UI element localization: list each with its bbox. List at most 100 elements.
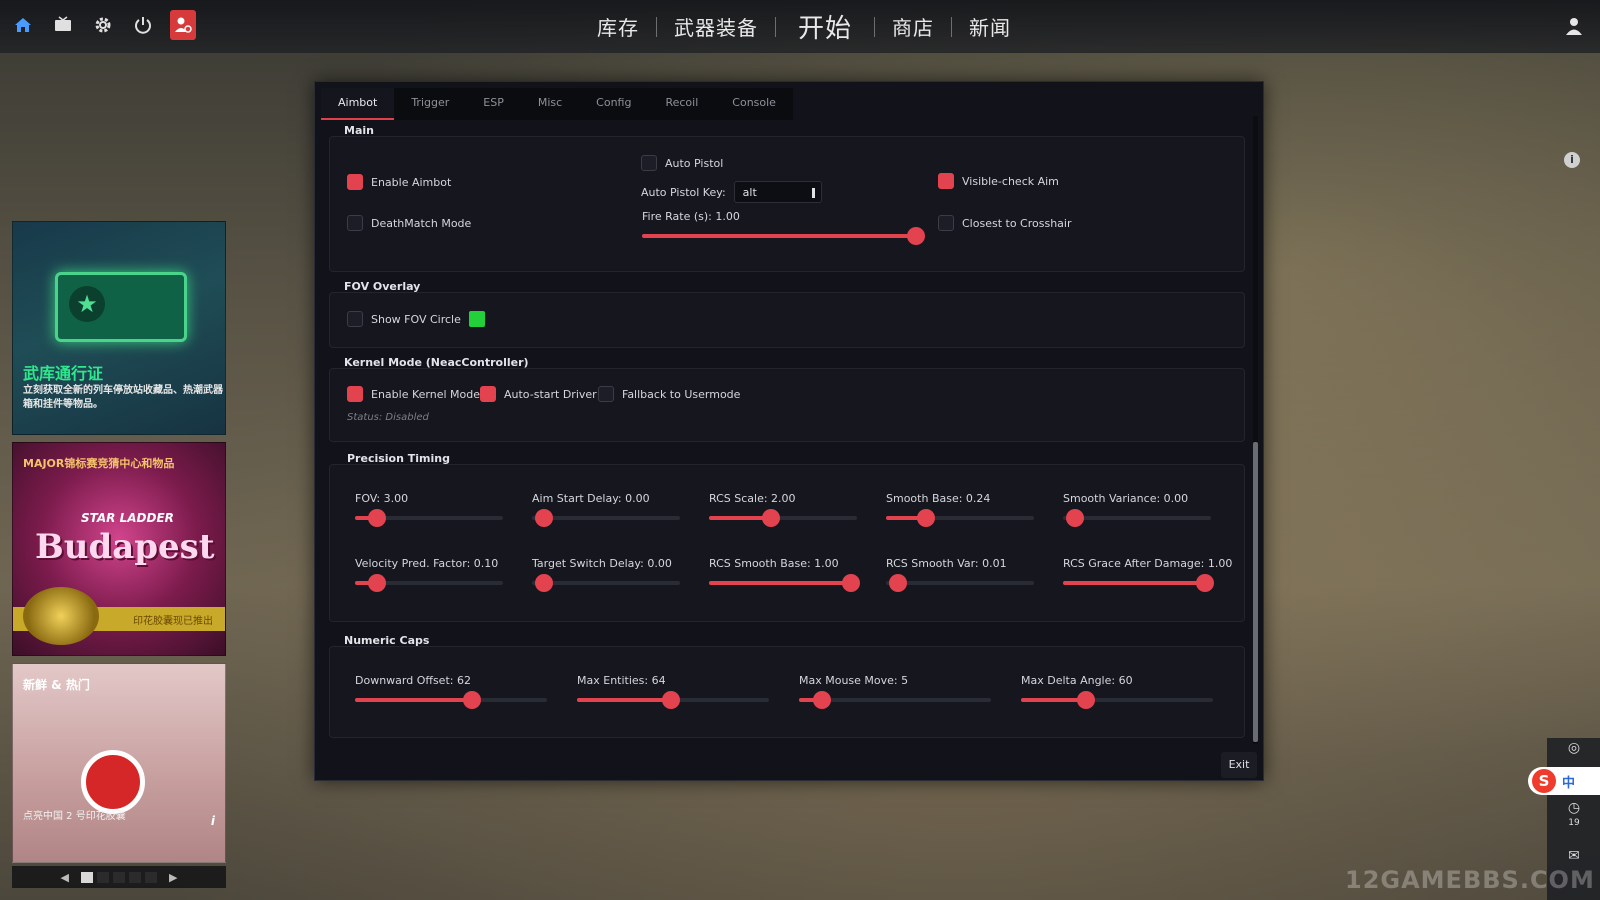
mail-icon[interactable]: ✉ — [1565, 848, 1583, 866]
slider-knob[interactable] — [1196, 574, 1214, 592]
nav-news[interactable]: 新闻 — [952, 12, 1028, 41]
fire-rate-slider[interactable]: Fire Rate (s): 1.00 — [642, 210, 925, 245]
auto-start-row[interactable]: Auto-start Driver — [480, 386, 597, 402]
slider-track[interactable] — [886, 574, 1034, 592]
slider-track[interactable] — [642, 227, 925, 245]
pager-dot[interactable] — [97, 871, 109, 883]
tab-config[interactable]: Config — [579, 88, 648, 120]
value-slider[interactable]: Velocity Pred. Factor: 0.10 — [355, 557, 503, 592]
scrollbar-thumb[interactable] — [1253, 442, 1258, 742]
visible-check-row[interactable]: Visible-check Aim — [938, 173, 1059, 189]
value-slider[interactable]: RCS Scale: 2.00 — [709, 492, 857, 527]
slider-track[interactable] — [799, 691, 991, 709]
closest-crosshair-row[interactable]: Closest to Crosshair — [938, 215, 1072, 231]
pager-dot[interactable] — [145, 871, 157, 883]
slider-knob[interactable] — [662, 691, 681, 709]
enable-aimbot-checkbox[interactable] — [347, 174, 363, 190]
ime-toolbar[interactable]: S 中 — [1528, 767, 1600, 795]
broadcast-icon[interactable]: ◎ — [1565, 740, 1583, 758]
slider-knob[interactable] — [463, 691, 482, 709]
value-slider[interactable]: Smooth Variance: 0.00 — [1063, 492, 1211, 527]
fallback-row[interactable]: Fallback to Usermode — [598, 386, 740, 402]
tab-aimbot[interactable]: Aimbot — [321, 88, 395, 120]
deathmatch-checkbox[interactable] — [347, 215, 363, 231]
auto-pistol-row[interactable]: Auto Pistol — [641, 155, 723, 171]
nav-inventory[interactable]: 库存 — [580, 12, 656, 41]
enable-kernel-checkbox[interactable] — [347, 386, 363, 402]
slider-track[interactable] — [532, 574, 680, 592]
slider-track[interactable] — [1021, 691, 1213, 709]
value-slider[interactable]: Downward Offset: 62 — [355, 674, 547, 709]
slider-knob[interactable] — [534, 509, 553, 527]
slider-knob[interactable] — [916, 509, 935, 527]
slider-track[interactable] — [709, 509, 857, 527]
fresh-hot-card[interactable]: 新鲜 & 热门 点亮中国 2 号印花胶囊 i — [12, 663, 226, 863]
tab-misc[interactable]: Misc — [521, 88, 579, 120]
tab-esp[interactable]: ESP — [466, 88, 521, 120]
value-slider[interactable]: Target Switch Delay: 0.00 — [532, 557, 680, 592]
slider-fill — [642, 234, 922, 238]
slider-knob[interactable] — [1065, 509, 1084, 527]
fov-color-swatch[interactable] — [468, 311, 485, 327]
enable-kernel-row[interactable]: Enable Kernel Mode — [347, 386, 480, 402]
value-slider[interactable]: RCS Grace After Damage: 1.00 — [1063, 557, 1232, 592]
auto-start-checkbox[interactable] — [480, 386, 496, 402]
show-fov-checkbox[interactable] — [347, 311, 363, 327]
ime-language[interactable]: 中 — [1562, 772, 1575, 791]
slider-track[interactable] — [355, 691, 547, 709]
slider-track[interactable] — [355, 574, 503, 592]
slider-track[interactable] — [532, 509, 680, 527]
enable-aimbot-row[interactable]: Enable Aimbot — [347, 174, 451, 190]
pager-dot[interactable] — [81, 871, 93, 883]
tab-recoil[interactable]: Recoil — [648, 88, 715, 120]
slider-track[interactable] — [1063, 574, 1214, 592]
nav-store[interactable]: 商店 — [875, 12, 951, 41]
value-slider[interactable]: Max Entities: 64 — [577, 674, 769, 709]
armory-pass-card[interactable]: ★ 武库通行证 立刻获取全新的列车停放站收藏品、热潮武器箱和挂件等物品。 — [12, 221, 226, 435]
tv-button[interactable] — [50, 10, 76, 40]
visible-check-checkbox[interactable] — [938, 173, 954, 189]
major-card[interactable]: MAJOR锦标赛竞猜中心和物品 STAR LADDER Budapest 印花胶… — [12, 442, 226, 656]
home-button[interactable] — [10, 10, 36, 40]
slider-knob[interactable] — [842, 574, 860, 592]
value-slider[interactable]: Max Delta Angle: 60 — [1021, 674, 1213, 709]
auto-pistol-key-input[interactable]: alt — [733, 181, 822, 203]
user-icon[interactable] — [1564, 16, 1584, 36]
history-icon[interactable]: ◷ — [1565, 800, 1583, 818]
next-arrow-icon[interactable]: ▶ — [169, 871, 177, 884]
value-slider[interactable]: Smooth Base: 0.24 — [886, 492, 1034, 527]
tab-console[interactable]: Console — [715, 88, 793, 120]
tab-trigger[interactable]: Trigger — [394, 88, 466, 120]
pager-dot[interactable] — [113, 871, 125, 883]
info-icon[interactable]: i — [1564, 152, 1580, 168]
prev-arrow-icon[interactable]: ◀ — [61, 871, 69, 884]
slider-knob[interactable] — [888, 574, 907, 592]
slider-knob[interactable] — [813, 691, 832, 709]
nav-play[interactable]: 开始 — [776, 8, 874, 45]
fallback-checkbox[interactable] — [598, 386, 614, 402]
slider-knob[interactable] — [907, 227, 925, 245]
value-slider[interactable]: FOV: 3.00 — [355, 492, 503, 527]
slider-track[interactable] — [577, 691, 769, 709]
slider-track[interactable] — [886, 509, 1034, 527]
info-icon[interactable]: i — [211, 814, 215, 828]
slider-track[interactable] — [1063, 509, 1211, 527]
slider-knob[interactable] — [534, 574, 553, 592]
deathmatch-row[interactable]: DeathMatch Mode — [347, 215, 471, 231]
value-slider[interactable]: Aim Start Delay: 0.00 — [532, 492, 680, 527]
value-slider[interactable]: RCS Smooth Var: 0.01 — [886, 557, 1034, 592]
slider-track[interactable] — [355, 509, 503, 527]
pager-dot[interactable] — [129, 871, 141, 883]
profile-alert-button[interactable] — [170, 10, 196, 40]
auto-pistol-checkbox[interactable] — [641, 155, 657, 171]
show-fov-row[interactable]: Show FOV Circle — [347, 311, 485, 327]
exit-button[interactable]: Exit — [1221, 752, 1257, 778]
closest-crosshair-checkbox[interactable] — [938, 215, 954, 231]
slider-track[interactable] — [709, 574, 860, 592]
power-button[interactable] — [130, 10, 156, 40]
value-slider[interactable]: Max Mouse Move: 5 — [799, 674, 991, 709]
nav-loadout[interactable]: 武器装备 — [657, 12, 775, 41]
settings-button[interactable] — [90, 10, 116, 40]
scrollbar[interactable] — [1253, 116, 1258, 744]
value-slider[interactable]: RCS Smooth Base: 1.00 — [709, 557, 860, 592]
